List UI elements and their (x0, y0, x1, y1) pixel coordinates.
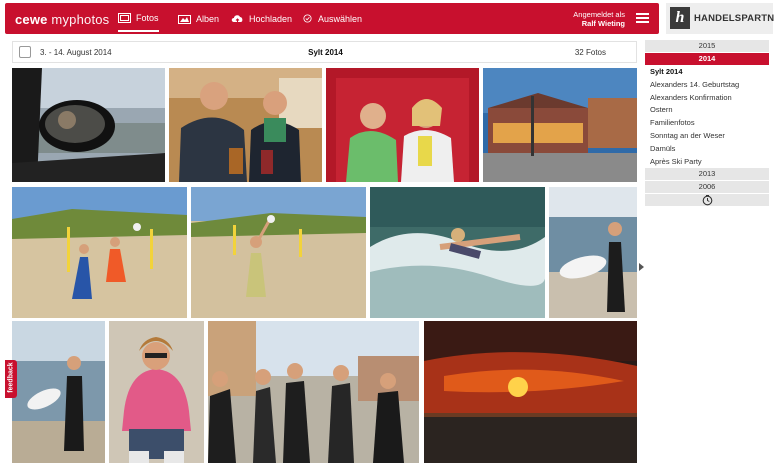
photos-icon (118, 12, 131, 23)
top-bar: cewe myphotos Fotos Alben Hochladen Ausw… (0, 0, 774, 38)
photo-thumbnail[interactable] (191, 187, 366, 318)
nav-fotos[interactable]: Fotos (118, 5, 159, 32)
handelspartner-logo[interactable]: h HANDELSPARTNER (663, 3, 774, 34)
albums-icon (178, 14, 191, 24)
photo-thumbnail[interactable] (12, 68, 165, 182)
photo-thumbnail[interactable] (169, 68, 322, 182)
brand-logo[interactable]: cewe myphotos (15, 12, 109, 27)
year-2013[interactable]: 2013 (645, 168, 769, 181)
photo-thumbnail[interactable] (109, 321, 204, 463)
album-item[interactable]: Après Ski Party (645, 156, 769, 169)
login-caption: Angemeldet als (573, 10, 625, 19)
photo-thumbnail[interactable] (12, 321, 105, 463)
hamburger-icon[interactable] (636, 13, 649, 23)
upload-cloud-icon (231, 14, 243, 23)
partner-text: HANDELSPARTNER (694, 13, 774, 24)
photo-thumbnail[interactable] (483, 68, 637, 182)
photo-thumbnail[interactable] (12, 187, 187, 318)
album-item[interactable]: Ostern (645, 104, 769, 117)
clock-icon[interactable] (645, 194, 769, 207)
year-2015[interactable]: 2015 (645, 40, 769, 52)
album-header: 3. - 14. August 2014 Sylt 2014 32 Fotos (12, 41, 637, 63)
album-title: Sylt 2014 (308, 48, 343, 57)
feedback-tab[interactable]: feedback (5, 360, 17, 398)
photo-count: 32 Fotos (574, 48, 606, 57)
photo-thumbnail[interactable] (549, 187, 637, 318)
album-item[interactable]: Sylt 2014 (645, 66, 769, 79)
year-2014[interactable]: 2014 (645, 53, 769, 65)
album-item[interactable]: Alexanders 14. Geburtstag (645, 79, 769, 92)
album-item[interactable]: Sonntag an der Weser (645, 130, 769, 143)
photo-thumbnail[interactable] (424, 321, 637, 463)
photo-thumbnail[interactable] (208, 321, 419, 463)
nav-hochladen[interactable]: Hochladen (231, 3, 292, 34)
main-navigation-bar: cewe myphotos Fotos Alben Hochladen Ausw… (5, 3, 659, 34)
login-status[interactable]: Angemeldet als Ralf Wieting (573, 10, 625, 28)
partner-letter: h (670, 7, 690, 29)
nav-auswaehlen[interactable]: Auswählen (302, 3, 362, 34)
login-username: Ralf Wieting (581, 19, 625, 28)
nav-label: Hochladen (249, 13, 293, 24)
check-circle-icon (303, 14, 312, 23)
next-arrow-icon[interactable] (639, 263, 644, 271)
nav-alben[interactable]: Alben (178, 3, 219, 34)
photo-thumbnail[interactable] (326, 68, 479, 182)
photo-thumbnail[interactable] (370, 187, 545, 318)
album-item[interactable]: Damüls (645, 143, 769, 156)
nav-label: Auswählen (318, 13, 363, 24)
nav-label: Alben (196, 13, 220, 24)
album-item[interactable]: Alexanders Konfirmation (645, 92, 769, 105)
album-item[interactable]: Familienfotos (645, 117, 769, 130)
nav-label: Fotos (136, 12, 159, 23)
timeline-sidebar: 2015 2014 Sylt 2014 Alexanders 14. Gebur… (645, 40, 769, 207)
feedback-label: feedback (7, 362, 15, 393)
year-2006[interactable]: 2006 (645, 181, 769, 194)
